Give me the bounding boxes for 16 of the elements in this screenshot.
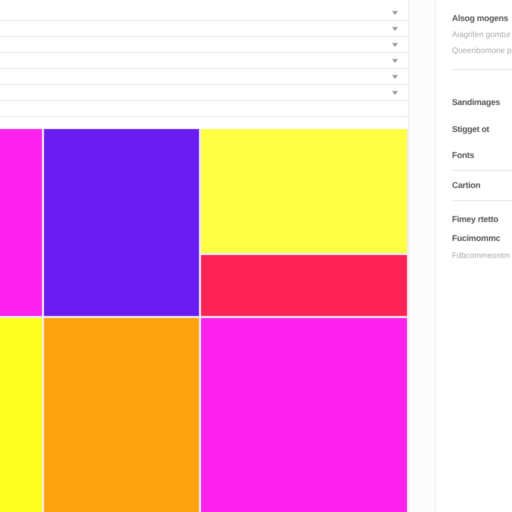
chevron-down-icon [392, 74, 398, 78]
chevron-down-icon [392, 58, 398, 62]
chevron-down-icon [392, 26, 398, 30]
panel-caption: Queenbomone p [452, 44, 512, 57]
panel-caption: Aiagrifen gomtur [452, 28, 512, 41]
panel-label: Fucimommc [452, 232, 502, 244]
panel-label: Sandimages [452, 96, 502, 108]
chevron-down-icon [392, 90, 398, 94]
panel-caption: Fdbcommeontm [452, 250, 511, 262]
chevron-down-icon [392, 10, 398, 14]
panel-label: Stigget ot [452, 122, 490, 136]
panel-label: Fimey rtetto [452, 212, 500, 226]
panel-label: Cartion [452, 179, 482, 192]
panel-label: Alsog mogens [452, 12, 510, 25]
panel-label: Fonts [452, 149, 476, 162]
chevron-down-icon [392, 42, 398, 46]
